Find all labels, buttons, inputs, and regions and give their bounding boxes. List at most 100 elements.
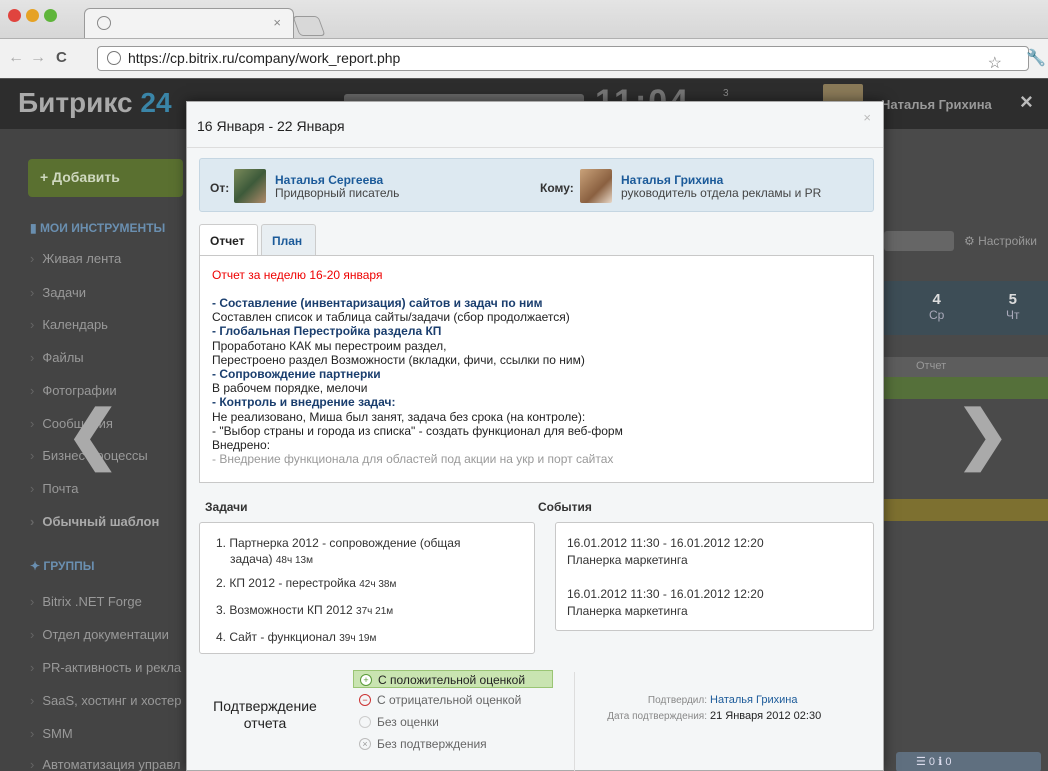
tab-close-icon[interactable]: × xyxy=(273,15,281,30)
sidebar-group-item[interactable]: › SMM xyxy=(30,726,73,741)
back-arrow-icon[interactable]: ← xyxy=(8,49,24,67)
events-heading: События xyxy=(538,500,592,514)
sidebar-item[interactable]: › Задачи xyxy=(30,285,86,300)
events-list: 16.01.2012 11:30 - 16.01.2012 12:20 Плане… xyxy=(555,522,874,631)
report-line: В рабочем порядке, мелочи xyxy=(212,381,368,396)
tab-plan[interactable]: План xyxy=(261,224,316,256)
secure-lock-icon xyxy=(107,51,121,65)
cross-circle-icon: × xyxy=(359,738,371,750)
report-line: - Сопровождение партнерки xyxy=(212,367,381,382)
from-label: От: xyxy=(210,181,230,195)
address-bar[interactable]: https://cp.bitrix.ru/company/work_report… xyxy=(97,46,1029,73)
sidebar-group-item[interactable]: › Автоматизация управл xyxy=(30,757,181,771)
sidebar-item[interactable]: › Календарь xyxy=(30,317,108,332)
confirmed-by-link[interactable]: Наталья Грихина xyxy=(710,694,797,706)
minus-circle-icon: − xyxy=(359,694,371,706)
work-report-dialog: 16 Января - 22 Января × От: Наталья Серг… xyxy=(186,101,884,771)
sidebar-item[interactable]: › Почта xyxy=(30,481,78,496)
gear-icon: ⚙ xyxy=(964,234,979,248)
recipient-role: руководитель отдела рекламы и PR xyxy=(621,186,822,200)
confirm-date-label: Дата подтверждения: xyxy=(607,711,707,722)
sidebar-group-item[interactable]: › PR-активность и рекла xyxy=(30,660,181,675)
report-line: - Внедрение функционала для областей под… xyxy=(212,452,614,467)
sidebar-group-item[interactable]: › Отдел документации xyxy=(30,627,169,642)
bottom-counters-bar[interactable]: ☰ 0 ℹ 0 xyxy=(896,752,1041,771)
task-item[interactable]: 3. Возможности КП 2012 37ч 21м xyxy=(216,602,393,620)
tab-report[interactable]: Отчет xyxy=(199,224,258,257)
green-report-row xyxy=(884,377,1048,399)
plus-circle-icon: + xyxy=(360,674,372,686)
report-line: - "Выбор страны и города из списка" - со… xyxy=(212,423,623,438)
prev-arrow-icon[interactable]: ❮ xyxy=(66,397,120,472)
browser-toolbar: ← → C https://cp.bitrix.ru/company/work_… xyxy=(0,38,1048,78)
header-counter: 3 xyxy=(723,88,729,99)
confirmation-title: Подтверждение отчета xyxy=(213,698,317,731)
sidebar-item[interactable]: › Живая лента xyxy=(30,251,121,266)
event-item[interactable]: 16.01.2012 11:30 - 16.01.2012 12:20 Плане… xyxy=(567,535,764,569)
sidebar-item-template[interactable]: › Обычный шаблон xyxy=(30,514,159,529)
option-no-confirmation[interactable]: × Без подтверждения xyxy=(353,735,487,753)
sender-name-link[interactable]: Наталья Сергеева xyxy=(275,173,383,187)
confirmed-by-label: Подтвердил: xyxy=(647,695,707,706)
sender-role: Придворный писатель xyxy=(275,186,400,200)
browser-chrome: × ← → C https://cp.bitrix.ru/company/wor… xyxy=(0,0,1048,78)
tasks-list: 1. Партнерка 2012 - сопровождение (общая… xyxy=(199,522,535,654)
divider xyxy=(187,147,883,148)
option-positive[interactable]: + С положительной оценкой xyxy=(353,670,553,688)
period-select[interactable] xyxy=(884,231,954,251)
reload-icon[interactable]: C xyxy=(56,49,67,66)
minimize-window-icon[interactable] xyxy=(26,9,39,22)
event-item[interactable]: 16.01.2012 11:30 - 16.01.2012 12:20 Плане… xyxy=(567,586,764,620)
groups-icon: ✦ xyxy=(30,559,44,573)
days-header: 4 Ср 5 Чт xyxy=(884,281,1048,335)
next-arrow-icon[interactable]: ❯ xyxy=(956,397,1010,472)
report-line: Проработано КАК мы перестроим раздел, xyxy=(212,338,447,353)
browser-tab[interactable]: × xyxy=(84,8,294,38)
report-line: - Глобальная Перестройка раздела КП xyxy=(212,324,442,339)
option-no-rating[interactable]: Без оценки xyxy=(353,713,439,731)
logo-text: Битрикс xyxy=(18,87,133,118)
tasks-heading: Задачи xyxy=(205,500,248,514)
empty-circle-icon xyxy=(359,716,371,728)
bookmark-icon: ▮ xyxy=(30,221,40,235)
header-user-name[interactable]: Наталья Грихина xyxy=(881,97,992,112)
report-text-area[interactable]: Отчет за неделю 16-20 января - Составлен… xyxy=(199,255,874,483)
sidebar-group-item[interactable]: › SaaS, хостинг и хостер xyxy=(30,693,181,708)
report-line: Перестроено раздел Возможности (вкладки,… xyxy=(212,352,585,367)
sidebar-item[interactable]: › Фотографии xyxy=(30,383,117,398)
sidebar-group-item[interactable]: › Bitrix .NET Forge xyxy=(30,594,142,609)
header-close-icon[interactable]: × xyxy=(1020,89,1033,115)
sender-avatar[interactable] xyxy=(234,169,266,203)
day-cell: 5 Чт xyxy=(1006,291,1020,322)
task-item[interactable]: 2. КП 2012 - перестройка 42ч 38м xyxy=(216,575,396,593)
report-line: Внедрено: xyxy=(212,438,271,453)
report-line: - Составление (инвентаризация) сайтов и … xyxy=(212,296,543,310)
confirm-date: 21 Января 2012 02:30 xyxy=(710,710,822,722)
add-button[interactable]: + Добавить xyxy=(28,159,183,197)
recipient-name-link[interactable]: Наталья Грихина xyxy=(621,173,723,187)
new-tab-button[interactable] xyxy=(292,16,326,36)
dialog-close-icon[interactable]: × xyxy=(863,110,871,125)
wrench-icon[interactable]: 🔧 xyxy=(1026,48,1046,68)
task-item[interactable]: 1. Партнерка 2012 - сопровождение (общая… xyxy=(216,535,460,569)
forward-arrow-icon[interactable]: → xyxy=(30,49,46,67)
zoom-window-icon[interactable] xyxy=(44,9,57,22)
report-line: Не реализовано, Миша был занят, задача б… xyxy=(212,409,586,424)
recipient-avatar[interactable] xyxy=(580,169,612,203)
groups-section-title: ✦ ГРУППЫ xyxy=(30,559,95,573)
bitrix24-logo[interactable]: Битрикс 24 xyxy=(18,87,172,119)
bookmark-star-icon[interactable]: ☆ xyxy=(988,53,1002,73)
to-label: Кому: xyxy=(540,181,574,195)
close-window-icon[interactable] xyxy=(8,9,21,22)
report-row-header: Отчет xyxy=(884,357,1048,377)
day-cell: 4 Ср xyxy=(929,291,945,322)
option-negative[interactable]: − С отрицательной оценкой xyxy=(353,691,521,709)
sidebar-item[interactable]: › Файлы xyxy=(30,350,84,365)
tools-section-title: ▮ МОИ ИНСТРУМЕНТЫ xyxy=(30,221,166,235)
report-heading: Отчет за неделю 16-20 января xyxy=(212,268,383,282)
page-favicon-icon xyxy=(97,16,111,30)
dialog-title: 16 Января - 22 Января xyxy=(197,118,345,134)
task-item[interactable]: 4. Сайт - функционал 39ч 19м xyxy=(216,629,376,647)
report-line: - Контроль и внедрение задач: xyxy=(212,395,396,410)
settings-link[interactable]: ⚙ Настройки xyxy=(964,234,1037,248)
